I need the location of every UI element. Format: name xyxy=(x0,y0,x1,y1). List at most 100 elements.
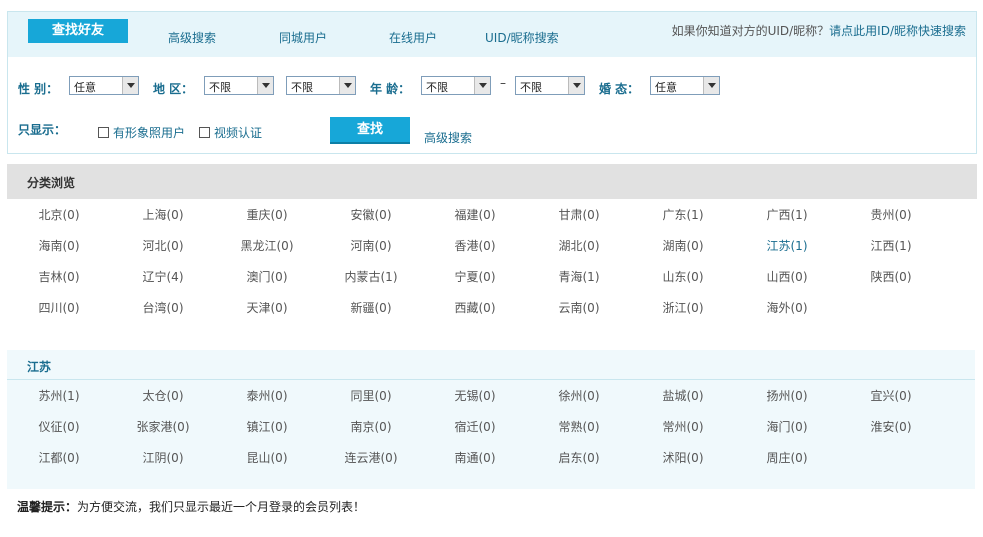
age-from-select[interactable]: 不限 xyxy=(421,76,491,95)
region-link[interactable]: 江西(1) xyxy=(839,231,943,262)
region-link[interactable]: 甘肃(0) xyxy=(527,200,631,231)
video-filter[interactable]: 视频认证 xyxy=(199,124,262,141)
tab-uid-search[interactable]: UID/昵称搜索 xyxy=(485,29,559,46)
photo-checkbox-label: 有形象照用户 xyxy=(113,126,186,140)
region-city-value: 不限 xyxy=(291,81,313,94)
region-link[interactable]: 西藏(0) xyxy=(423,293,527,324)
region-link[interactable]: 江都(0) xyxy=(7,443,111,474)
photo-checkbox[interactable] xyxy=(98,127,109,138)
region-link[interactable]: 广西(1) xyxy=(735,200,839,231)
tip-notice: 温馨提示：为方便交流，我们只显示最近一个月登录的会员列表！ xyxy=(17,498,365,515)
region-link[interactable]: 泰州(0) xyxy=(215,381,319,412)
region-link[interactable]: 太仓(0) xyxy=(111,381,215,412)
region-link[interactable]: 台湾(0) xyxy=(111,293,215,324)
region-link[interactable]: 常州(0) xyxy=(631,412,735,443)
region-link[interactable]: 无锡(0) xyxy=(423,381,527,412)
region-label: 地 区： xyxy=(153,82,194,96)
quick-search-hint-text: 如果你知道对方的UID/昵称？ xyxy=(671,24,830,38)
region-link[interactable]: 吉林(0) xyxy=(7,262,111,293)
video-checkbox[interactable] xyxy=(199,127,210,138)
region-link[interactable]: 安徽(0) xyxy=(319,200,423,231)
region-province-value: 不限 xyxy=(209,81,231,94)
region-link[interactable]: 北京(0) xyxy=(7,200,111,231)
region-link[interactable]: 湖南(0) xyxy=(631,231,735,262)
region-link[interactable]: 新疆(0) xyxy=(319,293,423,324)
region-link[interactable]: 澳门(0) xyxy=(215,262,319,293)
region-link[interactable]: 浙江(0) xyxy=(631,293,735,324)
region-link[interactable]: 昆山(0) xyxy=(215,443,319,474)
region-link[interactable]: 启东(0) xyxy=(527,443,631,474)
region-link[interactable]: 香港(0) xyxy=(423,231,527,262)
region-link[interactable]: 江阴(0) xyxy=(111,443,215,474)
chevron-down-icon xyxy=(474,77,490,94)
chevron-down-icon xyxy=(703,77,719,94)
region-link[interactable]: 黑龙江(0) xyxy=(215,231,319,262)
region-link[interactable]: 云南(0) xyxy=(527,293,631,324)
region-link[interactable]: 南通(0) xyxy=(423,443,527,474)
region-link[interactable]: 周庄(0) xyxy=(735,443,839,474)
region-link[interactable]: 苏州(1) xyxy=(7,381,111,412)
region-link[interactable]: 盐城(0) xyxy=(631,381,735,412)
region-link[interactable]: 扬州(0) xyxy=(735,381,839,412)
region-link[interactable]: 张家港(0) xyxy=(111,412,215,443)
photo-filter[interactable]: 有形象照用户 xyxy=(98,124,185,141)
region-link[interactable]: 海门(0) xyxy=(735,412,839,443)
chevron-down-icon xyxy=(122,77,138,94)
region-link[interactable]: 淮安(0) xyxy=(839,412,943,443)
region-link[interactable]: 宜兴(0) xyxy=(839,381,943,412)
region-city-select[interactable]: 不限 xyxy=(286,76,356,95)
region-link[interactable]: 贵州(0) xyxy=(839,200,943,231)
region-link[interactable]: 四川(0) xyxy=(7,293,111,324)
region-link[interactable]: 连云港(0) xyxy=(319,443,423,474)
region-link[interactable]: 海外(0) xyxy=(735,293,839,324)
region-link[interactable]: 山东(0) xyxy=(631,262,735,293)
region-link[interactable]: 沭阳(0) xyxy=(631,443,735,474)
region-link[interactable]: 同里(0) xyxy=(319,381,423,412)
region-link[interactable]: 青海(1) xyxy=(527,262,631,293)
find-button[interactable]: 查找 xyxy=(330,117,410,144)
tip-text: 为方便交流，我们只显示最近一个月登录的会员列表！ xyxy=(77,500,366,514)
marital-select-value: 任意 xyxy=(655,81,677,94)
tab-find-friends[interactable]: 查找好友 xyxy=(28,19,128,43)
age-to-select[interactable]: 不限 xyxy=(515,76,585,95)
region-link[interactable]: 辽宁(4) xyxy=(111,262,215,293)
tab-same-city[interactable]: 同城用户 xyxy=(279,29,327,46)
show-only-label: 只显示： xyxy=(18,123,67,137)
region-link[interactable]: 福建(0) xyxy=(423,200,527,231)
quick-search-hint: 如果你知道对方的UID/昵称？请点此用ID/昵称快速搜索 xyxy=(672,22,966,39)
marital-select[interactable]: 任意 xyxy=(650,76,720,95)
region-province-select[interactable]: 不限 xyxy=(204,76,274,95)
age-range-dash: – xyxy=(500,76,506,90)
region-link[interactable]: 湖北(0) xyxy=(527,231,631,262)
region-link[interactable]: 南京(0) xyxy=(319,412,423,443)
tab-bar: 查找好友 高级搜索 同城用户 在线用户 UID/昵称搜索 如果你知道对方的UID… xyxy=(8,12,976,57)
region-link[interactable]: 河北(0) xyxy=(111,231,215,262)
region-link[interactable]: 常熟(0) xyxy=(527,412,631,443)
region-link[interactable]: 上海(0) xyxy=(111,200,215,231)
age-from-value: 不限 xyxy=(426,81,448,94)
region-link[interactable]: 山西(0) xyxy=(735,262,839,293)
quick-search-link[interactable]: 请点此用ID/昵称快速搜索 xyxy=(829,24,966,38)
region-link[interactable]: 重庆(0) xyxy=(215,200,319,231)
region-link[interactable]: 陕西(0) xyxy=(839,262,943,293)
region-link[interactable]: 宁夏(0) xyxy=(423,262,527,293)
advanced-search-link[interactable]: 高级搜索 xyxy=(424,129,472,146)
gender-select[interactable]: 任意 xyxy=(69,76,139,95)
region-link[interactable]: 徐州(0) xyxy=(527,381,631,412)
region-link[interactable]: 仪征(0) xyxy=(7,412,111,443)
region-link[interactable]: 内蒙古(1) xyxy=(319,262,423,293)
region-link[interactable]: 天津(0) xyxy=(215,293,319,324)
tip-label: 温馨提示： xyxy=(17,500,78,514)
region-link[interactable]: 河南(0) xyxy=(319,231,423,262)
region-link[interactable]: 江苏(1) xyxy=(735,231,839,262)
marital-label: 婚 态： xyxy=(599,82,640,96)
region-link[interactable]: 广东(1) xyxy=(631,200,735,231)
tab-online-users[interactable]: 在线用户 xyxy=(389,29,437,46)
region-link[interactable]: 宿迁(0) xyxy=(423,412,527,443)
region-link[interactable]: 海南(0) xyxy=(7,231,111,262)
age-to-value: 不限 xyxy=(520,81,542,94)
region-link[interactable]: 镇江(0) xyxy=(215,412,319,443)
tab-advanced-search[interactable]: 高级搜索 xyxy=(168,29,216,46)
chevron-down-icon xyxy=(568,77,584,94)
region-grid: 北京(0) 上海(0) 重庆(0) 安徽(0) 福建(0) 甘肃(0) 广东(1) 广西(1)… xyxy=(7,200,977,324)
